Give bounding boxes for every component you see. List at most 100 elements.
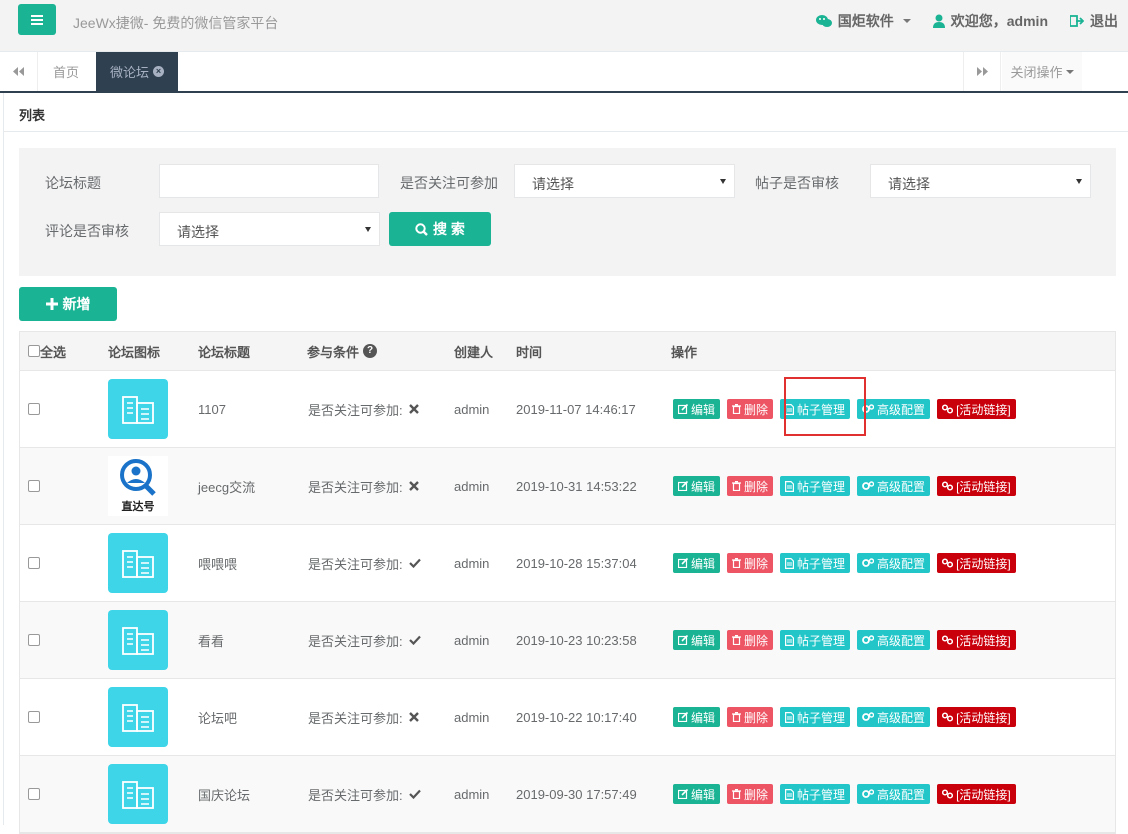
tab-scroll-left-button[interactable] xyxy=(0,52,38,91)
search-form: 论坛标题 是否关注可参加 请选择 帖子是否审核 请选择 评论是否审核 请选择 搜… xyxy=(19,148,1116,276)
activity-link-button[interactable]: [活动链接] xyxy=(937,399,1016,419)
post-manage-label: 帖子管理 xyxy=(797,787,846,802)
edit-button[interactable]: 编辑 xyxy=(673,707,721,727)
post-manage-button[interactable]: 帖子管理 xyxy=(780,784,851,804)
tab-home[interactable]: 首页 xyxy=(39,52,93,91)
building-icon xyxy=(122,781,154,809)
tab-scroll-right-button[interactable] xyxy=(963,52,1001,91)
condition-text: 是否关注可参加: xyxy=(308,633,403,649)
advanced-config-label: 高级配置 xyxy=(877,402,926,417)
advanced-config-button[interactable]: 高级配置 xyxy=(857,630,931,650)
forum-title: jeecg交流 xyxy=(198,479,256,495)
activity-link-button[interactable]: [活动链接] xyxy=(937,707,1016,727)
file-icon xyxy=(785,788,795,800)
row-checkbox[interactable] xyxy=(28,711,40,723)
forum-icon xyxy=(108,687,168,747)
edit-button[interactable]: 编辑 xyxy=(673,399,721,419)
file-icon xyxy=(785,480,795,492)
row-checkbox[interactable] xyxy=(28,788,40,800)
comment-audit-select[interactable]: 请选择 xyxy=(159,212,380,246)
condition-cell: 是否关注可参加: xyxy=(308,756,421,832)
header-condition-label: 参与条件 xyxy=(307,344,360,360)
follow-select[interactable]: 请选择 xyxy=(514,164,735,198)
tab-forum-label: 微论坛 xyxy=(110,65,150,80)
creator: admin xyxy=(454,632,490,648)
link-icon xyxy=(942,789,954,799)
advanced-config-button[interactable]: 高级配置 xyxy=(857,476,931,496)
forum-title-input[interactable] xyxy=(159,164,379,198)
post-manage-button[interactable]: 帖子管理 xyxy=(780,630,851,650)
close-operations-menu[interactable]: 关闭操作 xyxy=(1002,52,1082,91)
advanced-config-button[interactable]: 高级配置 xyxy=(857,399,931,419)
search-button[interactable]: 搜 索 xyxy=(389,212,491,246)
delete-button[interactable]: 删除 xyxy=(727,630,774,650)
advanced-config-button[interactable]: 高级配置 xyxy=(857,784,931,804)
row-checkbox[interactable] xyxy=(28,557,40,569)
select-all[interactable]: 全选 xyxy=(28,332,66,370)
row-actions: 编辑 删除 帖子管理 高级配置 [活动链接] xyxy=(673,602,1016,678)
close-tab-icon[interactable]: × xyxy=(153,66,165,77)
edit-button[interactable]: 编辑 xyxy=(673,476,721,496)
times-icon xyxy=(408,712,419,722)
post-manage-label: 帖子管理 xyxy=(797,479,846,494)
created-time: 2019-11-07 14:46:17 xyxy=(516,401,636,417)
select-all-checkbox[interactable] xyxy=(28,345,40,357)
post-manage-label: 帖子管理 xyxy=(797,633,846,648)
user-menu[interactable]: 欢迎您，admin xyxy=(932,11,1048,31)
building-icon xyxy=(122,627,154,655)
add-button[interactable]: 新增 xyxy=(19,287,117,321)
tab-forum[interactable]: 微论坛 × xyxy=(96,52,179,91)
delete-button[interactable]: 删除 xyxy=(727,707,774,727)
created-time: 2019-10-22 10:17:40 xyxy=(516,709,637,725)
edit-label: 编辑 xyxy=(691,479,716,494)
post-manage-button[interactable]: 帖子管理 xyxy=(780,707,851,727)
forum-title: 论坛吧 xyxy=(198,710,238,726)
logout-link[interactable]: 退出 xyxy=(1070,11,1118,31)
activity-link-button[interactable]: [活动链接] xyxy=(937,784,1016,804)
delete-label: 删除 xyxy=(744,710,769,725)
delete-label: 删除 xyxy=(744,633,769,648)
advanced-config-button[interactable]: 高级配置 xyxy=(857,553,931,573)
building-icon xyxy=(122,550,154,578)
post-manage-button[interactable]: 帖子管理 xyxy=(780,553,851,573)
edit-label: 编辑 xyxy=(691,787,716,802)
company-menu[interactable]: 国炬软件 xyxy=(815,11,911,31)
hamburger-icon xyxy=(31,14,43,25)
file-icon xyxy=(785,711,795,723)
post-manage-button[interactable]: 帖子管理 xyxy=(780,476,851,496)
table-body: 1107 是否关注可参加: admin 2019-11-07 14:46:17 编辑 删除… xyxy=(20,371,1115,833)
condition-cell: 是否关注可参加: xyxy=(308,525,421,601)
question-circle-icon[interactable]: ? xyxy=(363,344,378,358)
trash-icon xyxy=(732,404,742,414)
backward-icon xyxy=(13,67,24,76)
edit-button[interactable]: 编辑 xyxy=(673,630,721,650)
delete-button[interactable]: 删除 xyxy=(727,399,774,419)
search-icon xyxy=(415,222,428,236)
delete-button[interactable]: 删除 xyxy=(727,784,774,804)
file-icon xyxy=(785,557,795,569)
trash-icon xyxy=(732,558,742,568)
close-operations-label: 关闭操作 xyxy=(1010,65,1063,80)
condition-text: 是否关注可参加: xyxy=(308,787,403,803)
created-time: 2019-09-30 17:57:49 xyxy=(516,786,637,802)
condition-text: 是否关注可参加: xyxy=(308,479,403,495)
menu-toggle-button[interactable] xyxy=(18,4,56,35)
trash-icon xyxy=(732,481,742,491)
post-audit-select[interactable]: 请选择 xyxy=(870,164,1091,198)
building-icon xyxy=(122,396,154,424)
advanced-config-button[interactable]: 高级配置 xyxy=(857,707,931,727)
edit-button[interactable]: 编辑 xyxy=(673,784,721,804)
link-icon xyxy=(942,481,954,491)
table-row: 论坛吧 是否关注可参加: admin 2019-10-22 10:17:40 编辑 删除 帖… xyxy=(20,679,1115,756)
row-checkbox[interactable] xyxy=(28,403,40,415)
activity-link-button[interactable]: [活动链接] xyxy=(937,630,1016,650)
activity-link-button[interactable]: [活动链接] xyxy=(937,476,1016,496)
advanced-config-label: 高级配置 xyxy=(877,633,926,648)
row-checkbox[interactable] xyxy=(28,480,40,492)
edit-button[interactable]: 编辑 xyxy=(673,553,721,573)
activity-link-button[interactable]: [活动链接] xyxy=(937,553,1016,573)
delete-button[interactable]: 删除 xyxy=(727,553,774,573)
delete-button[interactable]: 删除 xyxy=(727,476,774,496)
row-checkbox[interactable] xyxy=(28,634,40,646)
forward-icon xyxy=(976,67,988,76)
